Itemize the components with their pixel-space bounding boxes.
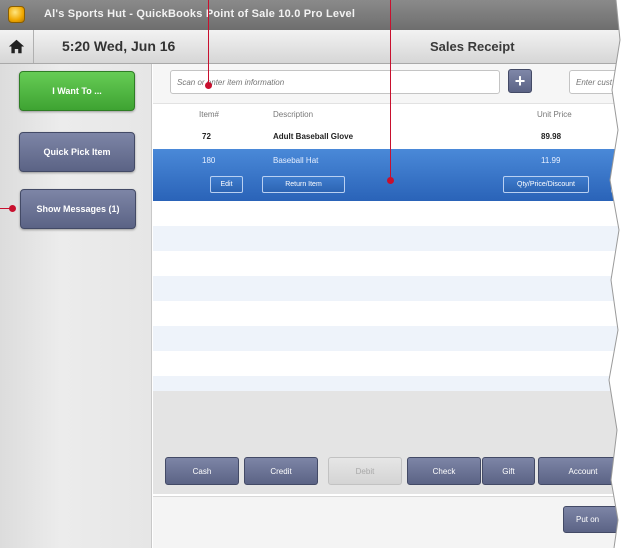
page-title: Sales Receipt — [430, 39, 515, 54]
payment-buttons-row: Cash Credit Debit Check Gift Account — [153, 454, 628, 494]
callout-line — [208, 0, 209, 86]
column-header-item: Item# — [199, 110, 220, 119]
empty-row — [153, 326, 628, 351]
add-item-button[interactable]: + — [508, 69, 532, 93]
gift-button[interactable]: Gift — [482, 457, 535, 485]
quick-pick-item-button[interactable]: Quick Pick Item — [19, 132, 135, 172]
callout-dot — [9, 205, 16, 212]
column-header-description: Description — [273, 110, 314, 119]
empty-row — [153, 301, 628, 326]
empty-row — [153, 276, 628, 301]
left-panel: I Want To ... Quick Pick Item Show Messa… — [0, 64, 152, 548]
title-bar: Al's Sports Hut - QuickBooks Point of Sa… — [0, 0, 628, 30]
empty-row — [153, 376, 628, 391]
header-bar: 5:20 Wed, Jun 16 Sales Receipt — [0, 30, 628, 64]
i-want-to-button[interactable]: I Want To ... — [19, 71, 135, 111]
cell-unit-price: 11.99 — [541, 156, 561, 165]
credit-button[interactable]: Credit — [244, 457, 318, 485]
cell-description: Adult Baseball Glove — [273, 132, 354, 141]
empty-row — [153, 201, 628, 226]
cell-unit-price: 89.98 — [541, 132, 562, 141]
quickbooks-app-icon — [8, 6, 25, 23]
return-item-button[interactable]: Return Item — [262, 176, 345, 193]
item-search-input[interactable] — [170, 70, 500, 94]
bottom-action-row: Put on — [153, 496, 628, 548]
clock: 5:20 Wed, Jun 16 — [62, 38, 176, 54]
debit-button: Debit — [328, 457, 402, 485]
empty-row — [153, 351, 628, 376]
callout-dot — [387, 177, 394, 184]
torn-edge-decoration — [608, 0, 628, 548]
callout-dot — [205, 82, 212, 89]
cell-item: 72 — [202, 132, 211, 141]
edit-button[interactable]: Edit — [210, 176, 243, 193]
cell-description: Baseball Hat — [273, 156, 319, 165]
column-header-unit-price: Unit Price — [537, 110, 572, 119]
qty-price-discount-button[interactable]: Qty/Price/Discount — [503, 176, 589, 193]
show-messages-button[interactable]: Show Messages (1) — [20, 189, 136, 229]
empty-row — [153, 226, 628, 251]
window-title: Al's Sports Hut - QuickBooks Point of Sa… — [44, 8, 356, 20]
cell-item: 180 — [202, 156, 216, 165]
callout-line — [390, 0, 391, 181]
check-button[interactable]: Check — [407, 457, 481, 485]
empty-row — [153, 251, 628, 276]
home-button[interactable] — [0, 30, 34, 63]
cash-button[interactable]: Cash — [165, 457, 239, 485]
home-icon — [8, 39, 25, 54]
